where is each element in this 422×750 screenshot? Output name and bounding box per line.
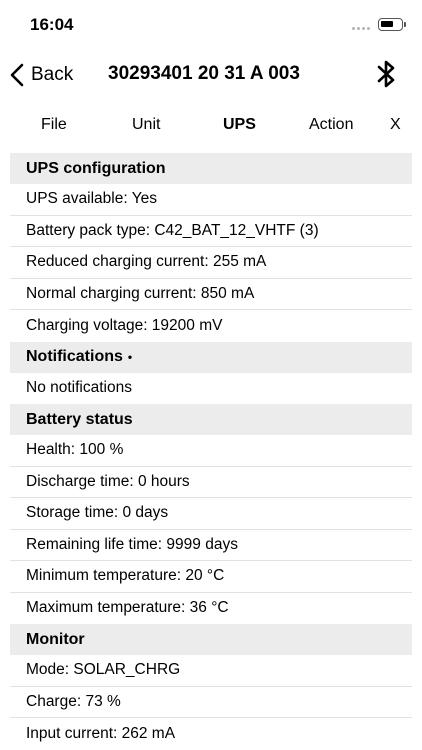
tab-close[interactable]: X xyxy=(390,116,401,134)
navigation-bar: Back 30293401 20 31 A 003 xyxy=(0,52,422,98)
section-header-battery-status: Battery status xyxy=(10,404,412,435)
status-time: 16:04 xyxy=(30,15,74,34)
list-item: Mode: SOLAR_CHRG xyxy=(10,655,412,687)
bluetooth-icon[interactable] xyxy=(374,58,398,90)
battery-icon xyxy=(378,18,403,31)
tab-bar: File Unit UPS Action X xyxy=(0,98,422,152)
list-item: Storage time: 0 days xyxy=(10,498,412,530)
section-title-notifications: Notifications xyxy=(26,348,123,365)
section-header-monitor: Monitor xyxy=(10,624,412,655)
signal-dots-icon xyxy=(352,27,371,31)
list-item: Remaining life time: 9999 days xyxy=(10,529,412,561)
list-item: Reduced charging current: 255 mA xyxy=(10,247,412,279)
ups-info-list: UPS configuration UPS available: Yes Bat… xyxy=(10,153,412,750)
list-item: Battery pack type: C42_BAT_12_VHTF (3) xyxy=(10,215,412,247)
tab-ups[interactable]: UPS xyxy=(223,116,256,134)
list-item: Health: 100 % xyxy=(10,435,412,467)
page-title: 30293401 20 31 A 003 xyxy=(108,63,300,84)
section-header-notifications: Notifications • xyxy=(10,341,412,373)
list-item: Minimum temperature: 20 °C xyxy=(10,561,412,593)
section-header-ups-configuration: UPS configuration xyxy=(10,153,412,184)
tab-file[interactable]: File xyxy=(41,116,67,134)
back-label: Back xyxy=(31,64,74,85)
list-item: Normal charging current: 850 mA xyxy=(10,278,412,310)
battery-cap xyxy=(404,22,406,27)
list-item: Input current: 262 mA xyxy=(10,718,412,750)
notification-indicator: • xyxy=(127,350,133,364)
back-button[interactable]: Back xyxy=(10,62,73,88)
chevron-left-icon xyxy=(10,63,24,87)
status-bar: 16:04 xyxy=(0,0,422,52)
tab-action[interactable]: Action xyxy=(309,116,353,134)
list-item: Charge: 73 % xyxy=(10,686,412,718)
list-item: Maximum temperature: 36 °C xyxy=(10,592,412,624)
tab-unit[interactable]: Unit xyxy=(132,116,160,134)
list-item: Discharge time: 0 hours xyxy=(10,466,412,498)
list-item: No notifications xyxy=(10,372,412,404)
list-item: Charging voltage: 19200 mV xyxy=(10,310,412,342)
list-item: UPS available: Yes xyxy=(10,184,412,216)
